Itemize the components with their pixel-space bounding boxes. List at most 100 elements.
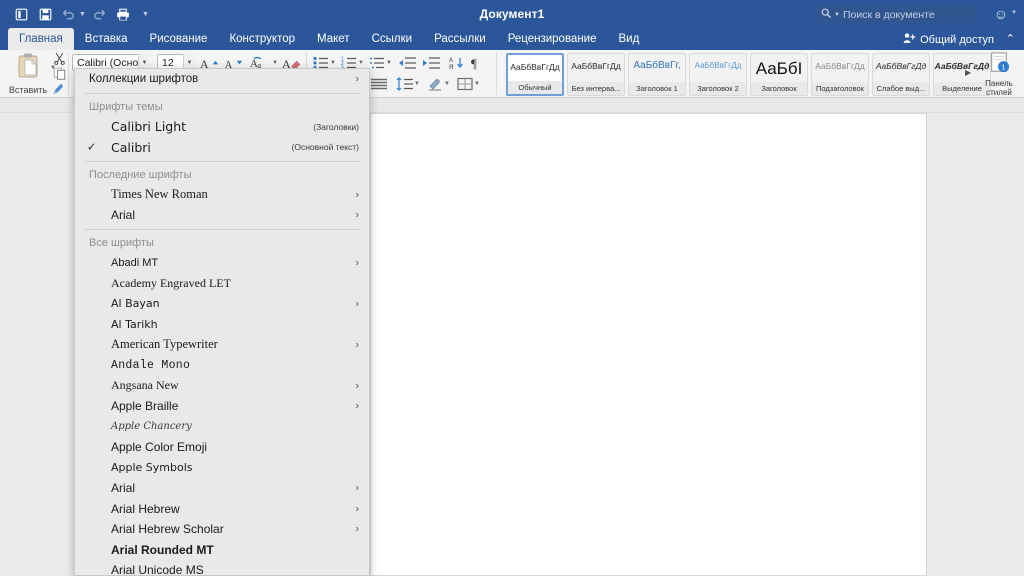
menu-item-arial-rounded-mt[interactable]: Arial Rounded MT — [75, 540, 369, 561]
tab-vstavka[interactable]: Вставка — [74, 28, 139, 50]
style-name: Заголовок — [751, 82, 807, 95]
menu-item-label: Apple Braille — [111, 399, 179, 414]
redo-icon[interactable] — [88, 4, 110, 24]
menu-item-arial-hebrew[interactable]: Arial Hebrew › — [75, 499, 369, 520]
menu-item-times-new-roman[interactable]: Times New Roman › — [75, 185, 369, 206]
chevron-right-icon: › — [355, 400, 359, 412]
borders-button[interactable] — [456, 75, 474, 93]
tab-maket[interactable]: Макет — [306, 28, 361, 50]
print-icon[interactable] — [112, 4, 134, 24]
style-bez-intervala[interactable]: АаБбВвГгДд Без интерва... — [567, 53, 625, 96]
borders-caret-icon[interactable]: ▼ — [474, 81, 480, 87]
tab-rassylki[interactable]: Рассылки — [423, 28, 497, 50]
menu-item-academy-engraved-let[interactable]: Academy Engraved LET — [75, 273, 369, 294]
menu-item-abadi-mt[interactable]: Abadi MT › — [75, 253, 369, 274]
style-zagolovok[interactable]: АаБбІ Заголовок — [750, 53, 808, 96]
smiley-account-icon[interactable]: ☺ — [994, 5, 1008, 23]
tab-recenzirovanie[interactable]: Рецензирование — [497, 28, 608, 50]
style-name: Обычный — [508, 81, 562, 94]
checkmark-icon: ✓ — [87, 141, 97, 154]
style-gallery: АаБбВвГгДд Обычный АаБбВвГгДд Без интерв… — [506, 53, 991, 96]
menu-item-calibri-light[interactable]: Calibri Light (Заголовки) — [75, 117, 369, 138]
cut-icon[interactable] — [53, 52, 66, 65]
menu-item-arial-hebrew-scholar[interactable]: Arial Hebrew Scholar › — [75, 519, 369, 540]
paste-label: Вставить — [8, 85, 48, 95]
group-divider — [496, 53, 497, 95]
numbered-list-caret-icon[interactable]: ▼ — [358, 60, 364, 66]
menu-item-label: Al Tarikh — [111, 317, 158, 331]
chevron-right-icon: › — [355, 209, 359, 221]
multilevel-list-caret-icon[interactable]: ▼ — [386, 60, 392, 66]
chevron-right-icon: › — [355, 339, 359, 351]
multilevel-list-button[interactable] — [368, 54, 386, 72]
format-painter-icon[interactable] — [52, 82, 66, 95]
menu-section-recent-fonts: Последние шрифты — [89, 168, 192, 181]
paste-button[interactable]: Вставить — [8, 53, 48, 95]
chevron-right-icon: › — [355, 257, 359, 269]
shading-caret-icon[interactable]: ▼ — [444, 81, 450, 87]
sort-button[interactable]: AЯ — [448, 54, 466, 72]
style-name: Слабое выд... — [873, 82, 929, 95]
tab-glavnaya[interactable]: Главная — [8, 28, 74, 50]
menu-item-font-collections[interactable]: Коллекции шрифтов › — [75, 69, 369, 90]
menu-item-apple-chancery[interactable]: Apple Chancery — [75, 417, 369, 438]
tab-vid[interactable]: Вид — [608, 28, 651, 50]
menu-divider — [85, 160, 359, 162]
change-case-caret-icon[interactable]: ▼ — [272, 60, 278, 66]
style-pane-button[interactable]: 1 Панель стилей — [978, 52, 1020, 97]
chevron-right-icon: › — [355, 380, 359, 392]
chevron-right-icon: › — [355, 482, 359, 494]
chevron-up-icon[interactable]: ⌃ — [1006, 32, 1015, 45]
menu-item-label: Academy Engraved LET — [111, 275, 231, 290]
justify-button[interactable] — [370, 75, 388, 93]
show-formatting-marks-button[interactable]: ¶ — [468, 54, 486, 72]
shading-button[interactable] — [426, 75, 444, 93]
person-add-icon — [903, 32, 916, 47]
tab-ssylki[interactable]: Ссылки — [361, 28, 424, 50]
menu-item-label: Angsana New — [111, 378, 179, 393]
new-document-icon[interactable] — [10, 4, 32, 24]
undo-caret-icon[interactable]: ▼ — [79, 11, 86, 18]
menu-item-label: Arial — [111, 481, 136, 496]
menu-item-american-typewriter[interactable]: American Typewriter › — [75, 335, 369, 356]
search-box[interactable]: ▼ Поиск в документе — [816, 6, 976, 23]
menu-item-label: Abadi MT — [111, 256, 159, 269]
decrease-indent-button[interactable] — [398, 54, 416, 72]
style-name: Заголовок 1 — [629, 82, 685, 95]
menu-item-apple-color-emoji[interactable]: Apple Color Emoji — [75, 437, 369, 458]
account-caret-icon[interactable]: ▼ — [1011, 10, 1017, 16]
line-spacing-button[interactable] — [396, 75, 414, 93]
menu-item-arial[interactable]: Arial › — [75, 478, 369, 499]
menu-item-arial-recent[interactable]: Arial › — [75, 205, 369, 226]
menu-item-al-bayan[interactable]: Al Bayan › — [75, 294, 369, 315]
chevron-right-icon: › — [355, 503, 359, 515]
search-scope-caret-icon[interactable]: ▼ — [834, 12, 840, 18]
style-zagolovok-1[interactable]: АаБбВвГг, Заголовок 1 — [628, 53, 686, 96]
copy-icon[interactable] — [53, 67, 66, 80]
style-gallery-more-icon[interactable]: ▶ — [965, 68, 971, 77]
menu-item-apple-symbols[interactable]: Apple Symbols — [75, 458, 369, 479]
style-zagolovok-2[interactable]: АаБбВвГгДд Заголовок 2 — [689, 53, 747, 96]
menu-item-apple-braille[interactable]: Apple Braille › — [75, 396, 369, 417]
menu-item-angsana-new[interactable]: Angsana New › — [75, 376, 369, 397]
document-page[interactable] — [370, 113, 927, 576]
tab-risovanie[interactable]: Рисование — [139, 28, 219, 50]
share-button[interactable]: Общий доступ — [903, 32, 994, 47]
menu-item-arial-unicode-ms[interactable]: Arial Unicode MS — [75, 560, 369, 575]
style-obychnyy[interactable]: АаБбВвГгДд Обычный — [506, 53, 564, 96]
menu-item-al-tarikh[interactable]: Al Tarikh — [75, 314, 369, 335]
bullet-list-caret-icon[interactable]: ▼ — [330, 60, 336, 66]
undo-icon[interactable] — [58, 4, 80, 24]
tab-konstruktor[interactable]: Конструктор — [218, 28, 306, 50]
line-spacing-caret-icon[interactable]: ▼ — [414, 81, 420, 87]
increase-indent-button[interactable] — [422, 54, 440, 72]
customize-quick-access-icon[interactable]: ▼ — [142, 11, 149, 18]
style-slaboe-vydelenie[interactable]: АаБбВвГгДд Слабое выд... — [872, 53, 930, 96]
style-podzagolovok[interactable]: АаБбВвГгДд Подзаголовок — [811, 53, 869, 96]
svg-text:A: A — [449, 58, 453, 64]
menu-item-andale-mono[interactable]: Andale Mono — [75, 355, 369, 376]
menu-item-calibri[interactable]: ✓ Calibri (Основной текст) — [75, 137, 369, 158]
save-icon[interactable] — [34, 4, 56, 24]
menu-item-label: Al Bayan — [111, 297, 160, 311]
menu-item-label: Arial Hebrew Scholar — [111, 522, 224, 537]
